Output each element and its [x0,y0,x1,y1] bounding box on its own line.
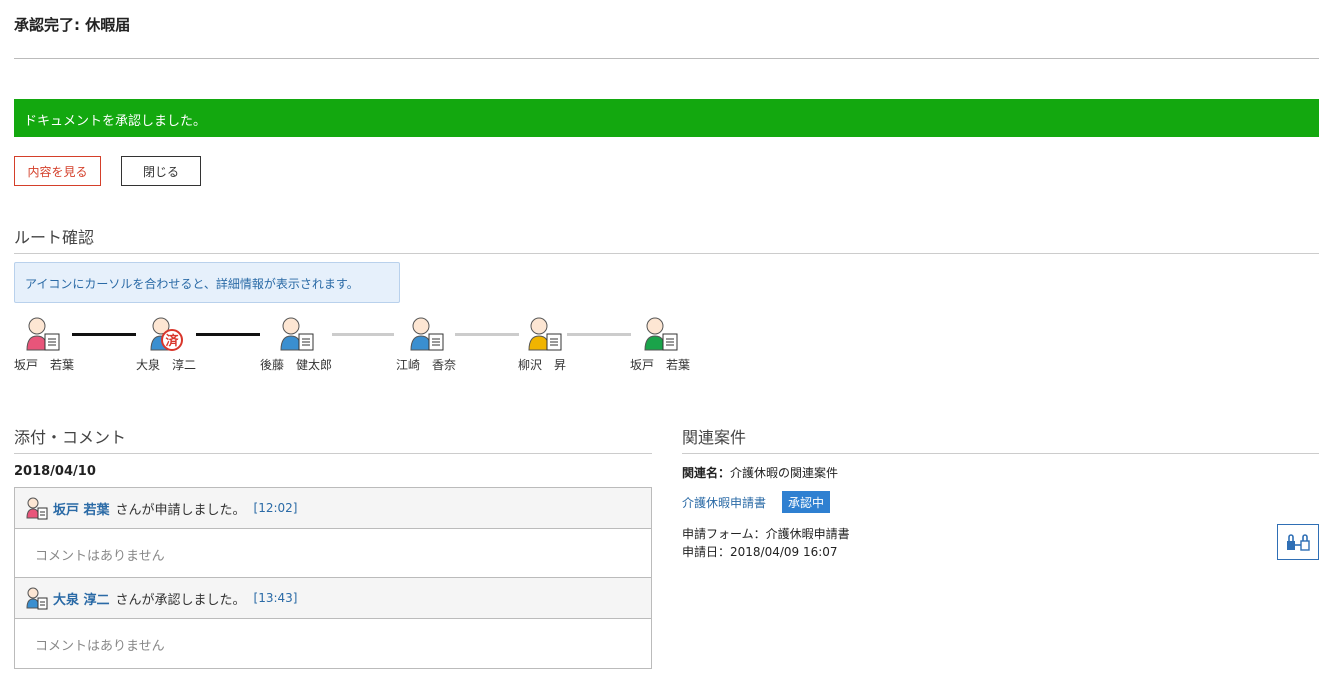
approver-icon [644,317,678,351]
success-banner: ドキュメントを承認しました。 [14,99,1319,137]
comment-header: 坂戸 若葉 さんが申請しました。 [12:02] [15,488,651,529]
applicant-icon [26,497,48,520]
related-heading: 関連案件 [682,428,747,447]
comment-time: [12:02] [253,501,298,515]
unlink-button[interactable] [1277,524,1319,560]
comments-divider [14,453,652,454]
route-name-4: 江崎 香奈 [396,358,457,372]
comment-user-link[interactable]: 坂戸 若葉 [53,499,110,518]
comment-user-link[interactable]: 大泉 淳二 [53,589,110,608]
svg-text:済: 済 [165,333,179,349]
comment-body: コメントはありません [35,639,165,654]
route-name-5: 柳沢 昇 [518,358,567,372]
related-name-label: 関連名： [682,466,731,480]
approver-icon [410,317,444,351]
view-content-button[interactable]: 内容を見る [14,156,101,186]
approver-icon [528,317,562,351]
related-form: 申請フォーム：介護休暇申請書 [682,527,850,541]
approved-stamp-icon: 済 [150,317,183,351]
route-name-1: 坂戸 若葉 [14,358,75,372]
related-document-link[interactable]: 介護休暇申請書 [682,494,766,511]
route-divider [14,253,1319,254]
route-name-2: 大泉 淳二 [136,358,197,372]
comment-time: [13:43] [253,591,298,605]
related-date: 申請日：2018/04/09 16:07 [682,545,838,559]
route-name-3: 後藤 健太郎 [260,358,333,372]
comment-action: さんが承認しました。 [115,592,246,608]
comments-list: 坂戸 若葉 さんが申請しました。 [12:02] コメントはありません 大泉 淳… [14,487,652,669]
route-node-4[interactable] [408,316,488,352]
route-flow: 坂戸 若葉 済 大泉 淳二 後藤 健太郎 江崎 香奈 柳沢 昇 坂戸 若葉 [14,316,714,376]
title-divider [14,58,1319,59]
route-node-3[interactable] [278,316,358,352]
route-node-6[interactable] [642,316,722,352]
route-node-5[interactable] [526,316,606,352]
comment-action: さんが申請しました。 [115,502,246,518]
applicant-icon [26,317,60,351]
comment-body: コメントはありません [15,529,651,578]
comments-date: 2018/04/10 [14,464,96,479]
lock-link-icon [1287,534,1310,551]
approver-icon [26,587,48,610]
route-heading: ルート確認 [14,228,95,247]
status-badge: 承認中 [782,491,831,513]
page-title: 承認完了: 休暇届 [14,16,131,34]
comment-header: 大泉 淳二 さんが承認しました。 [13:43] [15,578,651,619]
route-node-1[interactable] [24,316,104,352]
close-button[interactable]: 閉じる [121,156,201,186]
approver-icon [280,317,314,351]
related-name: 関連名：介護休暇の関連案件 [682,464,838,481]
related-divider [682,453,1319,454]
route-node-2[interactable]: 済 [148,316,228,352]
related-name-value: 介護休暇の関連案件 [730,466,839,480]
route-name-6: 坂戸 若葉 [630,358,691,372]
route-hint: アイコンにカーソルを合わせると、詳細情報が表示されます。 [14,262,400,303]
comments-heading: 添付・コメント [14,428,127,447]
